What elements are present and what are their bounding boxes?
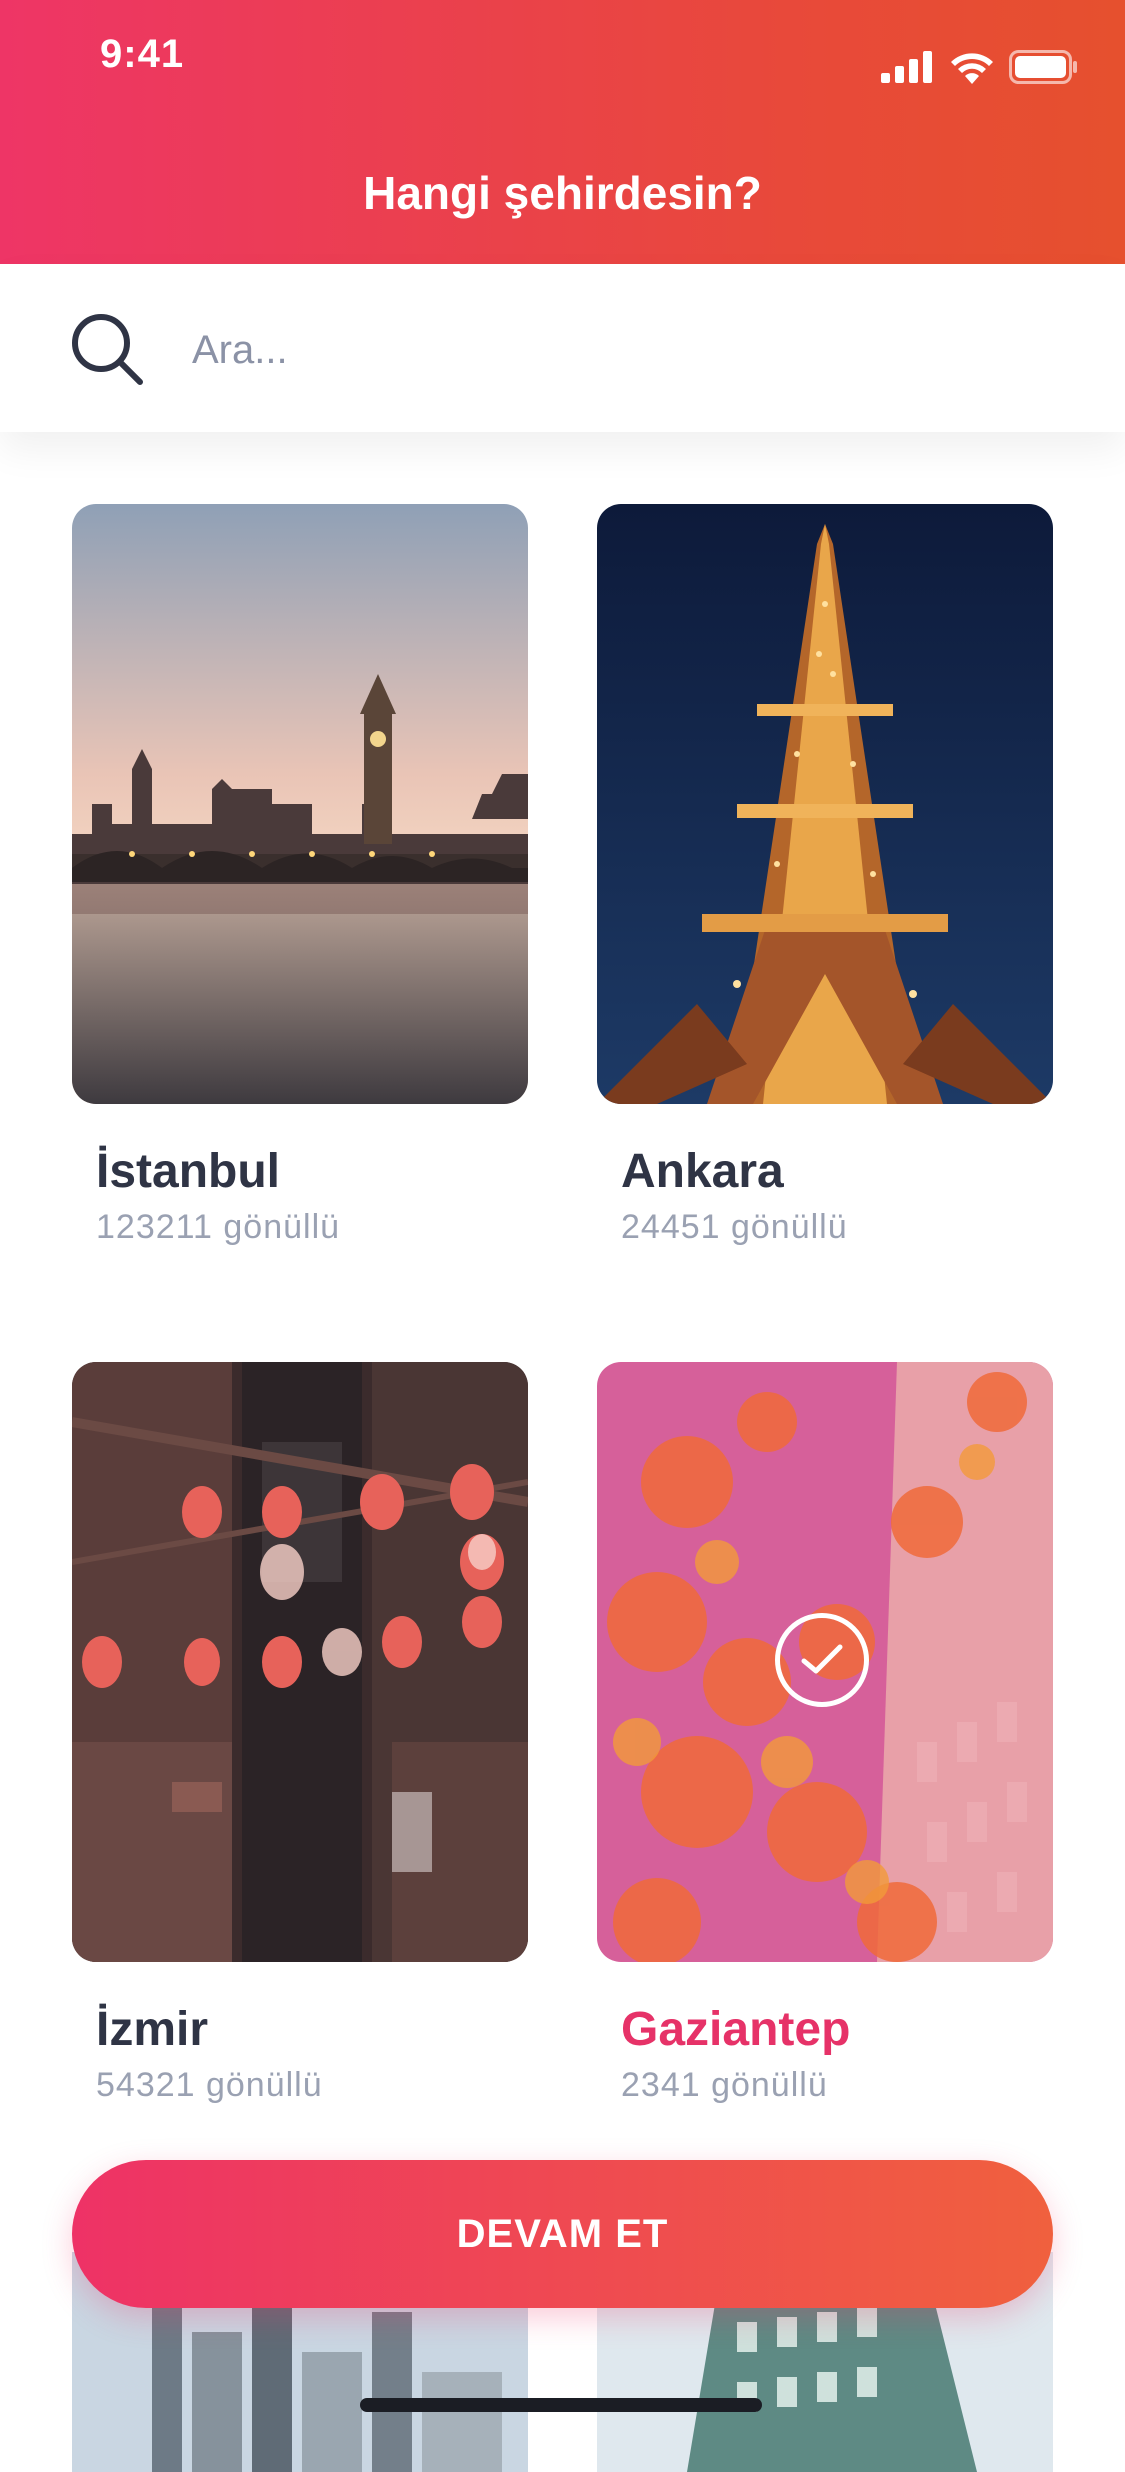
search-bar [0,264,1125,432]
search-input[interactable] [190,314,1054,386]
city-name: İzmir [96,2003,209,2056]
page-title: Hangi şehirdesin? [363,167,762,219]
city-card-istanbul[interactable]: İstanbul 123211 gönüllü [72,504,528,1246]
city-image [72,1362,528,1962]
status-time: 9:41 [100,32,185,76]
city-image [597,1362,1053,1962]
city-volunteer-count: 24451 gönüllü [621,1208,848,1246]
city-card-izmir[interactable]: İzmir 54321 gönüllü [72,1362,528,2104]
city-volunteer-count: 123211 gönüllü [96,1208,341,1246]
continue-button[interactable]: DEVAM ET [72,2160,1053,2308]
city-card-ankara[interactable]: Ankara 24451 gönüllü [597,504,1053,1246]
city-volunteer-count: 2341 gönüllü [621,2066,828,2104]
city-name: Ankara [621,1145,784,1198]
city-grid: İstanbul 123211 gönüllü Ankara 24451 gön… [0,432,1125,2472]
city-image [597,504,1053,1104]
status-icons [881,50,1079,84]
city-name: Gaziantep [621,2003,851,2056]
check-circle-icon [775,1613,869,1707]
header: 9:41 Hangi şehirdesin? [0,0,1125,264]
city-card-gaziantep[interactable]: Gaziantep 2341 gönüllü [597,1362,1053,2104]
signal-icon [881,51,932,83]
search-icon [72,314,143,385]
city-image [72,504,528,1104]
home-indicator [360,2398,762,2412]
battery-icon [1009,50,1077,84]
wifi-icon [951,53,993,84]
city-name: İstanbul [96,1145,281,1198]
city-volunteer-count: 54321 gönüllü [96,2066,323,2104]
